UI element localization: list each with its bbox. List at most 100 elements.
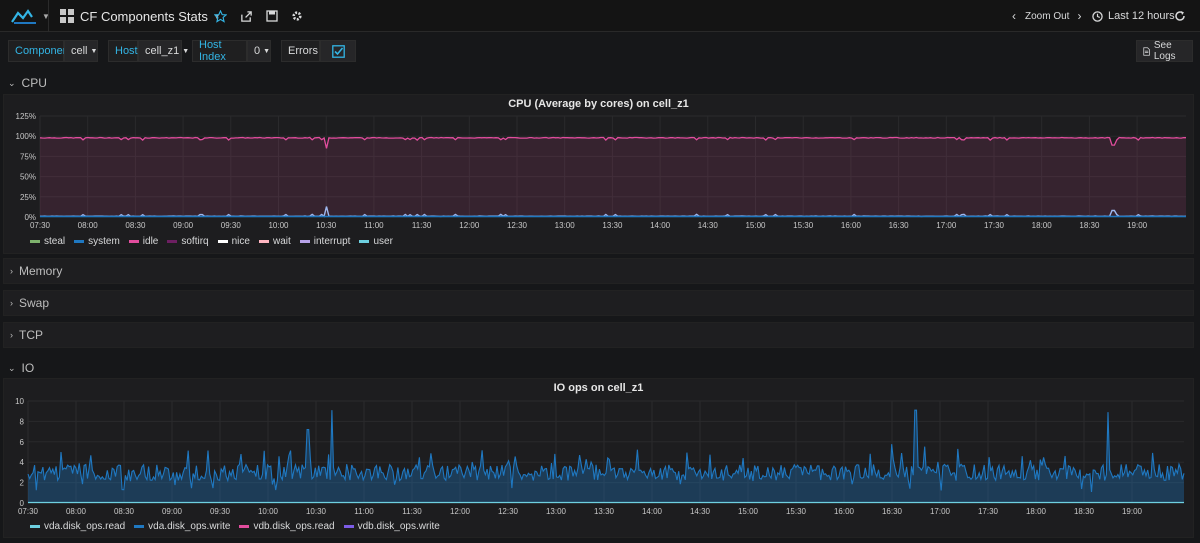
row-toggle-cpu[interactable]: ⌄ CPU [8,75,47,91]
x-tick-label: 11:30 [402,507,422,516]
x-tick-label: 17:30 [978,507,999,516]
star-button[interactable] [214,0,227,32]
host-index-value: 0 [254,45,261,57]
x-tick-label: 15:30 [793,221,814,230]
legend-item[interactable]: steal [30,236,65,247]
x-tick-label: 18:30 [1074,507,1095,516]
component-value: cell [71,45,88,57]
legend-item[interactable]: system [74,236,120,247]
x-tick-label: 08:00 [78,221,99,230]
io-chart[interactable]: 108642007:30 08:00 08:30 09:00 09:30 10:00 10:… [4,379,1193,537]
x-tick-label: 14:00 [642,507,663,516]
idle-area [40,137,1186,217]
component-variable-select[interactable]: cell ▼ [64,40,98,62]
time-range-picker[interactable]: Last 12 hours [1092,0,1175,32]
share-icon [241,10,252,22]
legend-swatch [343,525,354,528]
legend-item[interactable]: vda.disk_ops.read [30,521,125,532]
legend-label: idle [142,236,159,247]
legend-label: vda.disk_ops.read [44,521,126,532]
row-toggle-memory[interactable]: › Memory [3,258,1194,284]
document-icon [1143,46,1150,56]
see-logs-button[interactable]: See Logs [1136,40,1193,62]
refresh-button[interactable] [1174,0,1186,32]
y-tick-label: 10 [15,397,24,406]
row-toggle-io[interactable]: ⌄ IO [8,360,34,376]
chevron-down-icon: ⌄ [8,77,16,88]
x-tick-label: 18:30 [1079,221,1100,230]
y-tick-label: 100% [16,132,36,141]
dashboard-title: CF Components Stats [80,8,208,24]
grafana-logo-menu[interactable]: ▼ [10,0,50,32]
top-navbar: ▼ CF Components Stats ▼ ‹ Zoom Out › Las… [0,0,1200,32]
legend-swatch [30,525,40,528]
chevron-right-icon: › [1077,9,1082,23]
chevron-right-icon: › [10,266,13,276]
legend-swatch [239,525,250,528]
save-button[interactable] [266,0,278,32]
x-tick-label: 13:30 [602,221,623,230]
caret-down-icon: ▼ [182,47,190,55]
x-tick-label: 13:00 [546,507,567,516]
cpu-legend: steal system idle softirq nice wait interrupt u… [30,236,393,247]
x-tick-label: 16:00 [834,507,855,516]
x-tick-label: 16:30 [882,507,903,516]
legend-label: steal [44,236,66,247]
legend-item[interactable]: user [359,236,393,247]
host-index-variable-select[interactable]: 0 ▼ [247,40,271,62]
y-tick-label: 50% [20,173,36,182]
share-button[interactable] [240,0,253,32]
errors-toggle[interactable] [320,40,356,62]
legend-item[interactable]: wait [258,236,291,247]
zoom-out-button[interactable]: ‹ Zoom Out › [1012,0,1081,32]
x-tick-label: 18:00 [1032,221,1053,230]
row-toggle-tcp[interactable]: › TCP [3,322,1194,348]
x-tick-label: 17:30 [984,221,1005,230]
row-title-io: IO [21,361,35,375]
y-tick-label: 8 [20,417,25,426]
legend-item[interactable]: interrupt [299,236,350,247]
x-tick-label: 12:00 [459,221,480,230]
x-tick-label: 17:00 [936,221,957,230]
x-tick-label: 11:30 [412,221,432,230]
legend-label: nice [231,236,250,247]
x-tick-label: 19:00 [1127,221,1148,230]
host-variable-select[interactable]: cell_z1 ▼ [138,40,189,62]
cpu-chart[interactable]: 125%100%75%50%25%0%07:30 08:00 08:30 09:00 0… [4,95,1193,253]
save-icon [266,10,278,22]
grafana-logo-icon [11,9,36,24]
x-tick-label: 10:30 [306,507,327,516]
dashboard-picker[interactable]: CF Components Stats ▼ [60,0,221,32]
legend-swatch [74,240,85,243]
x-tick-label: 08:30 [114,507,135,516]
x-tick-label: 12:30 [498,507,519,516]
legend-label: wait [272,236,291,247]
row-toggle-swap[interactable]: › Swap [3,290,1194,316]
settings-button[interactable] [291,0,303,32]
x-tick-label: 14:30 [698,221,719,230]
legend-item[interactable]: vdb.disk_ops.read [239,521,335,532]
x-tick-label: 10:30 [316,221,337,230]
io-panel: IO ops on cell_z1 10 8 6 4 2 0 07:30 08:00 08:30… [3,378,1194,538]
caret-down-icon: ▼ [263,47,271,55]
row-title-swap: Swap [19,296,50,310]
host-value: cell_z1 [145,45,180,57]
x-tick-label: 12:00 [450,507,471,516]
legend-item[interactable]: nice [217,236,250,247]
legend-item[interactable]: idle [128,236,159,247]
legend-swatch [30,240,40,243]
legend-label: vda.disk_ops.write [148,521,231,532]
legend-item[interactable]: vda.disk_ops.write [134,521,230,532]
row-title-tcp: TCP [19,328,43,342]
x-tick-label: 17:00 [930,507,951,516]
legend-item[interactable]: softirq [167,236,209,247]
x-tick-label: 09:00 [162,507,183,516]
chevron-right-icon: › [10,330,13,340]
legend-swatch [359,240,370,243]
y-tick-label: 75% [20,152,36,161]
y-tick-label: 2 [20,479,25,488]
clock-icon [1092,10,1103,22]
refresh-icon [1175,11,1185,21]
x-tick-label: 13:30 [594,507,615,516]
legend-item[interactable]: vdb.disk_ops.write [343,521,440,532]
